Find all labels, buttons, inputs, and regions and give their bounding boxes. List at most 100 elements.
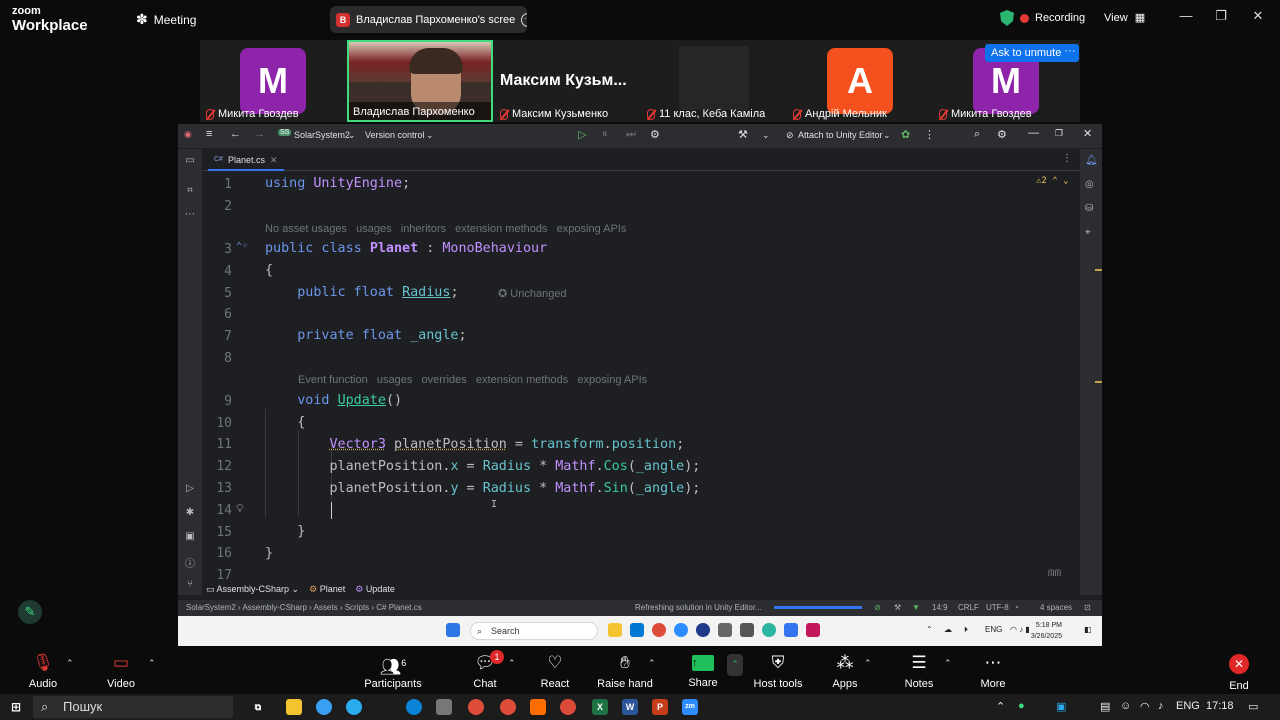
reader-mode-icon[interactable]: ᗰᗰ bbox=[1048, 569, 1061, 579]
file-explorer-icon[interactable] bbox=[286, 699, 302, 715]
debug-tool-icon[interactable]: ✱ bbox=[184, 507, 196, 518]
task-view-icon[interactable]: ⧉ bbox=[250, 699, 266, 715]
lightbulb-icon[interactable]: 💡︎ bbox=[236, 502, 244, 516]
breadcrumb-class[interactable]: ⚙ Planet bbox=[309, 584, 345, 595]
share-more-icon[interactable]: ··· bbox=[521, 12, 527, 27]
chrome-icon[interactable] bbox=[500, 699, 516, 715]
app-icon[interactable] bbox=[696, 623, 710, 637]
excel-icon[interactable]: X bbox=[592, 699, 608, 715]
visual-studio-icon[interactable] bbox=[784, 623, 798, 637]
gear-icon[interactable]: ⚙ bbox=[997, 128, 1007, 141]
raise-hand-chevron-up-icon[interactable]: ⌃ bbox=[648, 658, 656, 669]
windows-start-icon[interactable] bbox=[446, 623, 460, 637]
chat-chevron-up-icon[interactable]: ⌃ bbox=[508, 658, 516, 669]
word-icon[interactable]: W bbox=[622, 699, 638, 715]
status-path[interactable]: SolarSystem2 › Assembly-CSharp › Assets … bbox=[186, 603, 422, 612]
chrome-icon[interactable] bbox=[652, 623, 666, 637]
desktop-clock[interactable]: 5:18 PM 3/26/2025 bbox=[1031, 620, 1062, 642]
participant-tile[interactable]: 11 клас, Кеба Каміла bbox=[641, 40, 787, 122]
unity-icon[interactable] bbox=[740, 623, 754, 637]
participant-tile[interactable]: M Микита Гвоздев bbox=[200, 40, 346, 122]
ai-assistant-icon[interactable]: ◎ bbox=[1085, 179, 1094, 190]
windows-start-icon[interactable]: ⊞ bbox=[8, 699, 24, 715]
back-arrow-icon[interactable]: ← bbox=[230, 128, 241, 140]
close-window-icon[interactable]: ✕ bbox=[1248, 8, 1268, 24]
project-name[interactable]: SolarSystem2 bbox=[294, 130, 350, 140]
app-icon[interactable] bbox=[316, 699, 332, 715]
participant-tile[interactable]: Максим Кузьм... Максим Кузьменко bbox=[494, 40, 640, 122]
tray-app-icon[interactable]: ☺ bbox=[1120, 700, 1131, 712]
zoom-app-icon[interactable]: zm bbox=[682, 699, 698, 715]
status-lock-icon[interactable]: ◔ bbox=[1014, 603, 1019, 612]
wifi-icon[interactable]: ◠ bbox=[1140, 700, 1150, 713]
unity-bug-icon[interactable]: ✿ bbox=[901, 128, 910, 141]
windows-time[interactable]: 17:18 bbox=[1206, 700, 1234, 712]
desktop-lang[interactable]: ENG bbox=[985, 625, 1002, 634]
recording-indicator[interactable]: Recording bbox=[1000, 10, 1085, 26]
tabs-more-icon[interactable]: ⋮ bbox=[1062, 153, 1072, 164]
view-menu-button[interactable]: View ▦ bbox=[1104, 11, 1145, 24]
more-tools-icon[interactable]: ⋯ bbox=[184, 209, 196, 220]
indexing-icon[interactable]: ⚒ bbox=[894, 603, 901, 612]
app-icon[interactable] bbox=[436, 699, 452, 715]
powerpoint-icon[interactable]: P bbox=[652, 699, 668, 715]
share-options-chevron-up-icon[interactable]: ⌃ bbox=[727, 654, 743, 676]
attach-unity-menu[interactable]: Attach to Unity Editor bbox=[798, 130, 883, 140]
chrome-icon[interactable] bbox=[560, 699, 576, 715]
terminal-icon[interactable]: ▣ bbox=[184, 531, 196, 542]
forward-arrow-icon[interactable]: → bbox=[254, 128, 265, 140]
indent-setting[interactable]: 4 spaces bbox=[1040, 603, 1072, 612]
windows-search-box[interactable]: ⌕ Пошук bbox=[33, 696, 233, 718]
notifications-bell-icon[interactable]: 🔔︎ bbox=[1085, 155, 1098, 166]
unity-hub-icon[interactable] bbox=[718, 623, 732, 637]
attach-chevron-down-icon[interactable]: ⌄ bbox=[883, 130, 891, 141]
ide-close-icon[interactable]: ✕ bbox=[1083, 127, 1092, 140]
volume-icon[interactable]: ♪ bbox=[1158, 700, 1164, 712]
code-vision-hint[interactable]: Event function usages overrides extensio… bbox=[298, 374, 647, 386]
more-vertical-icon[interactable]: ⋮ bbox=[924, 128, 935, 141]
code-vision-hint[interactable]: No asset usages usages inheritors extens… bbox=[265, 223, 626, 235]
breadcrumb-assembly[interactable]: ▭ Assembly-CSharp ⌄ bbox=[206, 584, 299, 595]
tab-close-icon[interactable]: ✕ bbox=[270, 149, 278, 169]
unchanged-hint[interactable]: ✪ Unchanged bbox=[498, 287, 567, 300]
project-folder-icon[interactable]: ▭ bbox=[184, 155, 196, 166]
tray-app-icon[interactable]: ▤ bbox=[1100, 700, 1110, 713]
ide-minimize-icon[interactable]: — bbox=[1028, 127, 1039, 139]
video-button[interactable]: ▭ Video bbox=[86, 652, 156, 690]
chrome-icon[interactable] bbox=[468, 699, 484, 715]
scrollbar-warning-marker[interactable] bbox=[1095, 381, 1102, 383]
notification-icon[interactable]: ▭ bbox=[1248, 700, 1258, 713]
run-tool-icon[interactable]: ▷ bbox=[184, 483, 196, 494]
unity-explorer-icon[interactable]: ⌖ bbox=[1085, 227, 1091, 238]
tray-icon[interactable]: ⏵ bbox=[964, 625, 968, 635]
onedrive-icon[interactable]: ☁ bbox=[944, 625, 952, 634]
tray-chevron-up-icon[interactable]: ⌃ bbox=[996, 700, 1005, 713]
step-icon[interactable]: ⏭ bbox=[626, 128, 636, 141]
participant-tile[interactable]: A Андрій Мельник bbox=[787, 40, 933, 122]
notes-chevron-up-icon[interactable]: ⌃ bbox=[944, 658, 952, 669]
breadcrumb-method[interactable]: ⚙ Update bbox=[355, 584, 395, 595]
apps-chevron-up-icon[interactable]: ⌃ bbox=[864, 658, 872, 669]
file-explorer-icon[interactable] bbox=[608, 623, 622, 637]
problems-icon[interactable]: ⓘ bbox=[184, 555, 196, 570]
participants-button[interactable]: 👥︎6 Participants bbox=[358, 652, 428, 690]
minimize-icon[interactable]: — bbox=[1176, 8, 1196, 23]
app-icon[interactable] bbox=[530, 699, 546, 715]
build-chevron-down-icon[interactable]: ⌄ bbox=[762, 130, 770, 141]
participant-tile-active-speaker[interactable]: Владислав Пархоменко bbox=[347, 40, 493, 122]
tab-planet-cs[interactable]: C# Planet.cs ✕ bbox=[208, 149, 284, 171]
meeting-info-button[interactable]: ✽ Meeting bbox=[136, 11, 196, 28]
wifi-icon[interactable]: ◠ ♪ ▮ bbox=[1010, 625, 1030, 634]
restore-icon[interactable]: ❐ bbox=[1211, 8, 1231, 24]
notification-icon[interactable]: ◧ bbox=[1084, 625, 1092, 634]
vcs-chevron-down-icon[interactable]: ⌄ bbox=[426, 130, 434, 141]
file-encoding[interactable]: UTF-8 bbox=[986, 603, 1009, 612]
desktop-search-box[interactable]: ⌕ Search bbox=[470, 622, 598, 640]
scrollbar-warning-marker[interactable] bbox=[1095, 269, 1102, 271]
line-separator[interactable]: CRLF bbox=[958, 603, 979, 612]
more-button[interactable]: ⋯ More bbox=[958, 652, 1028, 690]
unity-class-gutter-icon[interactable]: ⌃◦ bbox=[236, 241, 248, 252]
database-icon[interactable]: ⛁ bbox=[1085, 203, 1093, 214]
tray-chevron-up-icon[interactable]: ⌃ bbox=[926, 625, 933, 634]
end-meeting-button[interactable]: ✕ End bbox=[1214, 652, 1264, 692]
